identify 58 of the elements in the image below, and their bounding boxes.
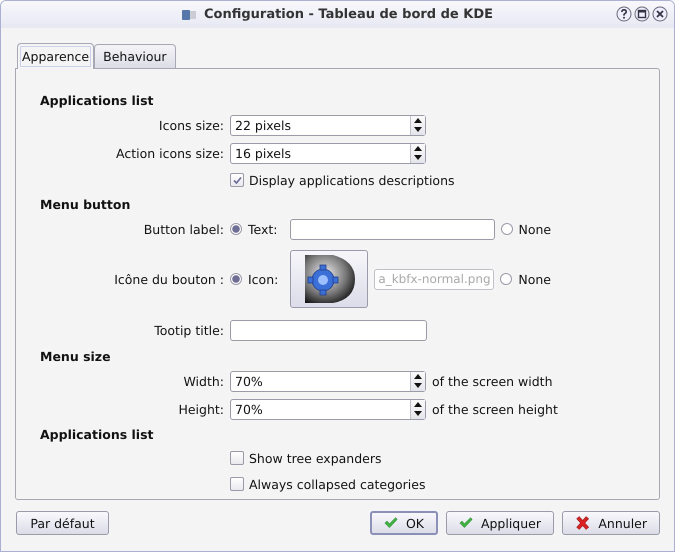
help-icon[interactable] — [616, 6, 632, 22]
unit-label: of the screen height — [432, 402, 558, 416]
spin-box[interactable]: 16 pixels — [230, 142, 426, 164]
section-heading: Menu button — [40, 196, 132, 214]
checkbox[interactable] — [230, 477, 244, 491]
checkbox-label[interactable]: Always collapsed categories — [249, 476, 426, 492]
field-label: Icons size: — [158, 118, 224, 132]
unit-label: of the screen width — [432, 374, 552, 388]
radio-button[interactable] — [500, 223, 512, 235]
section-heading: Menu size — [40, 348, 112, 366]
spin-box[interactable]: 70% — [230, 398, 426, 420]
maximize-icon[interactable] — [634, 6, 650, 22]
radio-button[interactable] — [230, 223, 242, 235]
text-field[interactable] — [230, 320, 427, 340]
up-arrow-icon[interactable] — [411, 116, 425, 124]
field-label: Action icons size: — [116, 146, 224, 160]
dialog-button[interactable]: Annuler — [562, 511, 660, 535]
checkbox[interactable] — [230, 173, 244, 187]
checkmark-icon — [384, 515, 398, 531]
close-icon[interactable] — [652, 6, 668, 22]
radio-label[interactable]: Icon: — [248, 272, 278, 286]
radio-button[interactable] — [500, 273, 512, 285]
spin-box[interactable]: 22 pixels — [230, 114, 426, 136]
checkmark-icon — [459, 515, 473, 531]
up-arrow-icon[interactable] — [411, 144, 425, 152]
text-field[interactable] — [290, 218, 494, 240]
field-label: Button label: — [144, 222, 224, 236]
radio-label[interactable]: None — [518, 222, 552, 236]
tab[interactable]: Apparence — [17, 43, 94, 69]
radio-button[interactable] — [230, 273, 242, 285]
dialog-button[interactable]: OK — [370, 511, 438, 535]
dialog-button[interactable]: Appliquer — [446, 511, 554, 535]
section-heading: Applications list — [40, 426, 155, 444]
down-arrow-icon[interactable] — [411, 124, 425, 134]
checkbox[interactable] — [230, 451, 244, 465]
down-arrow-icon[interactable] — [411, 152, 425, 162]
section-heading: Applications list — [40, 92, 155, 110]
spin-box[interactable]: 70% — [230, 370, 426, 392]
window-title: Configuration - Tableau de bord de KDE — [204, 7, 494, 22]
cross-icon — [575, 515, 590, 531]
dialog-button[interactable]: Par défaut — [16, 511, 109, 535]
field-label: Tootip title: — [154, 322, 224, 338]
checkbox-label[interactable]: Display applications descriptions — [249, 172, 454, 188]
down-arrow-icon[interactable] — [411, 380, 425, 390]
radio-label[interactable]: Text: — [248, 222, 278, 236]
up-arrow-icon[interactable] — [411, 400, 425, 408]
up-arrow-icon[interactable] — [411, 372, 425, 380]
icon-button[interactable] — [290, 250, 368, 308]
tab[interactable]: Behaviour — [94, 44, 176, 68]
checkbox-label[interactable]: Show tree expanders — [249, 450, 382, 466]
radio-label[interactable]: None — [518, 272, 551, 286]
checkmark-icon — [232, 174, 242, 186]
field-label: Width: — [183, 374, 224, 388]
field-label: Icône du bouton : — [114, 272, 224, 286]
down-arrow-icon[interactable] — [411, 408, 425, 418]
field-label: Height: — [178, 402, 224, 416]
app-icon — [182, 10, 196, 20]
gear-icon — [303, 255, 356, 303]
